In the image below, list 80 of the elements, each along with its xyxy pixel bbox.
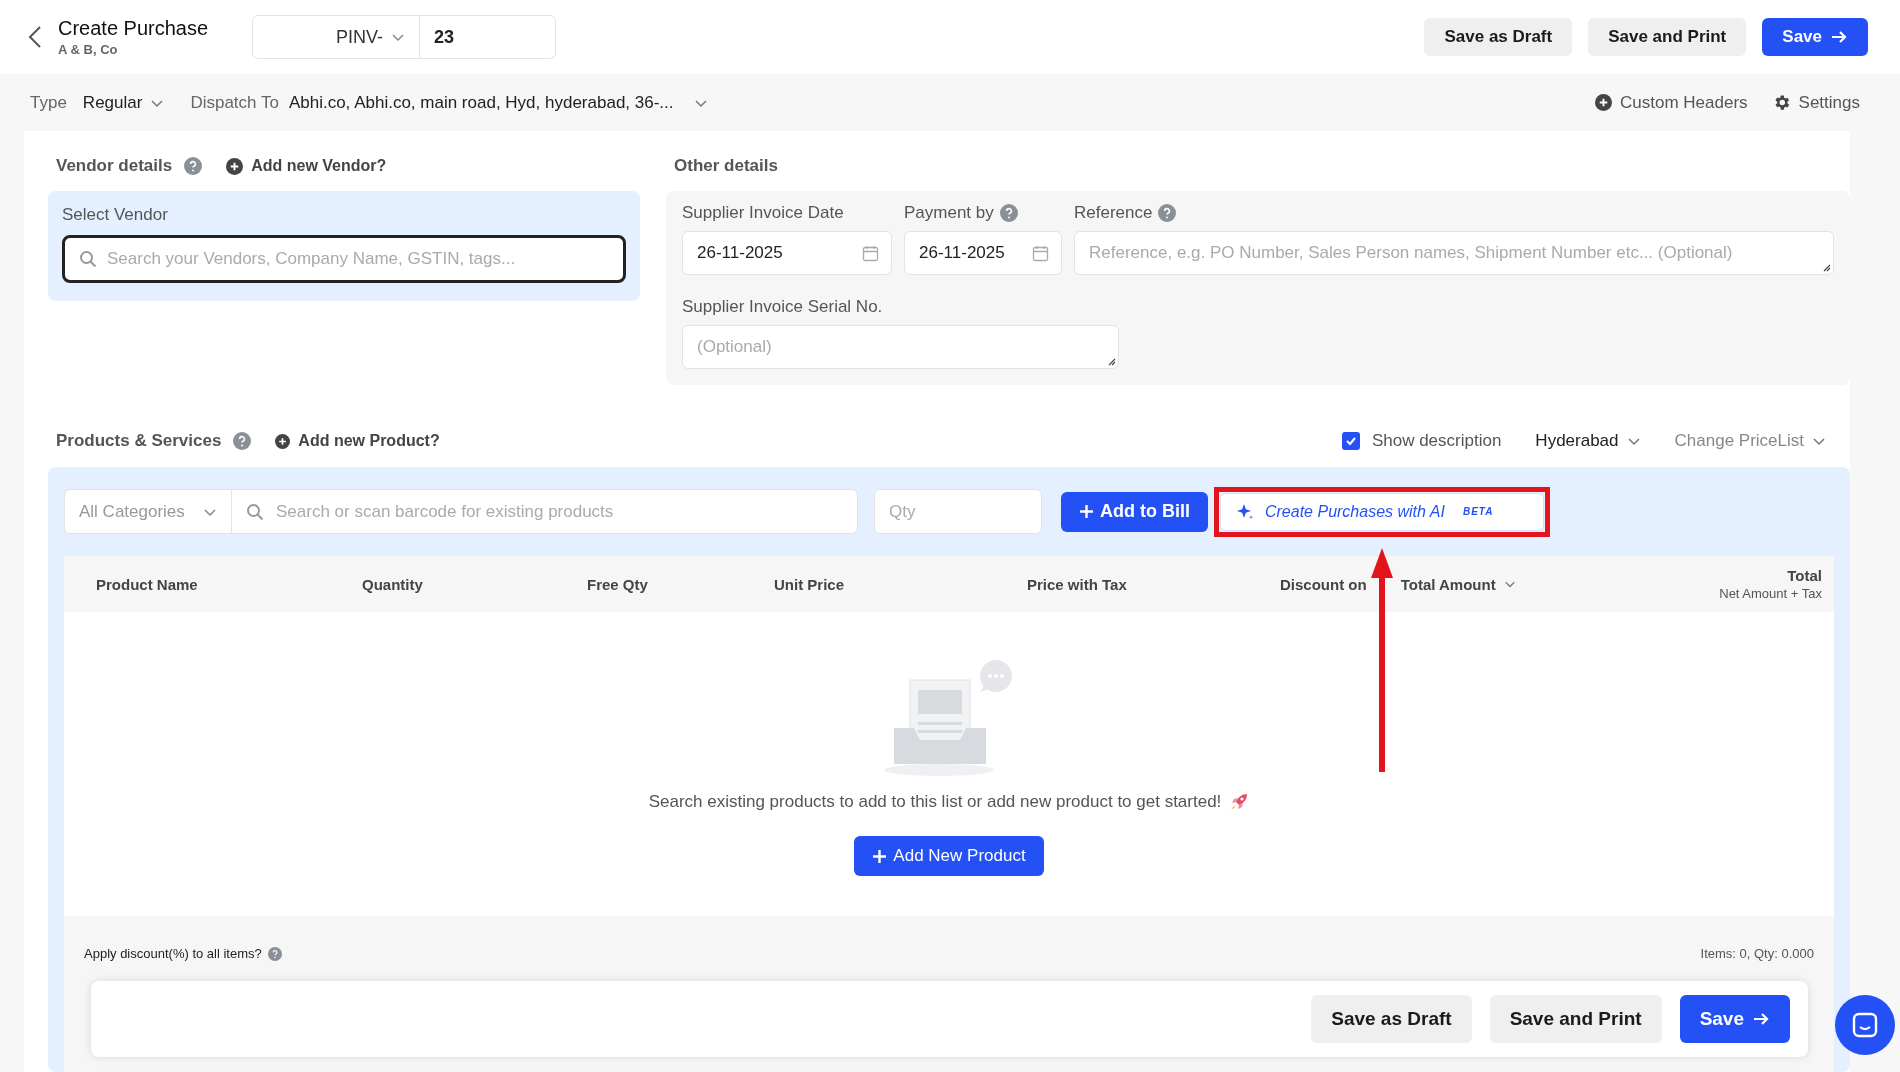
prefix-select[interactable]: PINV- — [252, 15, 421, 59]
search-input[interactable]: Search your Vendors, Company Name, GSTIN, tags... — [107, 249, 609, 269]
location-select[interactable]: Hyderabad — [1535, 431, 1641, 451]
field-label: Supplier Invoice Date — [682, 203, 844, 223]
search-icon — [79, 250, 97, 268]
date-input[interactable]: 26-11-2025 — [919, 243, 1024, 263]
text-input[interactable]: Reference, e.g. PO Number, Sales Person names, Shipment Number etc... (Optional) — [1089, 243, 1821, 263]
invoice-number-field[interactable]: 23 — [420, 15, 557, 59]
action-button[interactable]: Save as Draft — [1424, 18, 1573, 56]
qty-field[interactable]: Qty — [874, 489, 1042, 534]
help-icon — [184, 157, 203, 175]
rocket-icon — [1229, 792, 1250, 812]
add-icon — [275, 433, 291, 449]
type-label: Type — [30, 92, 67, 113]
add-to-bill-button[interactable]: Add to Bill — [1061, 491, 1208, 532]
pricelist-select[interactable]: Change PriceList — [1674, 431, 1826, 451]
text-input[interactable]: (Optional) — [697, 337, 1106, 357]
company-name: A & B, Co — [58, 42, 119, 57]
dispatch-select[interactable]: Abhi.co, Abhi.co, main road, Hyd, hyderabad, 36-... — [288, 92, 708, 113]
column-header: Free Qty — [587, 575, 649, 593]
save-button[interactable]: Save — [1679, 995, 1790, 1043]
resize-grip-icon — [1821, 262, 1831, 272]
column-subheader: Net Amount + Tax — [1719, 586, 1822, 601]
column-header: Price with Tax — [1027, 575, 1128, 593]
field-label: Select Vendor — [62, 205, 169, 225]
ai-button[interactable]: Create Purchases with AI BETA — [1220, 492, 1544, 531]
items-summary: Items: 0, Qty: 0.000 — [1700, 946, 1814, 961]
section-title: Vendor details — [56, 156, 173, 176]
page-title: Create Purchase — [58, 17, 209, 40]
resize-grip-icon — [1106, 356, 1116, 366]
add-new-product-button[interactable]: Add New Product — [854, 836, 1044, 876]
column-header: Quantity — [362, 575, 424, 593]
discount-label: Apply discount(%) to all items? — [84, 946, 262, 961]
column-header: Total — [1787, 567, 1822, 584]
qty-input[interactable]: Qty — [889, 501, 1027, 522]
section-title: Other details — [674, 156, 778, 176]
checkbox[interactable] — [1341, 432, 1360, 450]
text-field[interactable]: (Optional) — [682, 325, 1119, 369]
settings-link[interactable]: Settings — [1771, 92, 1860, 113]
section-title: Products & Services — [56, 431, 222, 451]
column-header: Discount on — [1280, 575, 1367, 593]
type-select[interactable]: Regular — [82, 92, 165, 113]
add-product-link[interactable]: Add new Product? — [275, 432, 440, 450]
chat-icon — [1851, 1011, 1879, 1039]
search-icon — [246, 502, 264, 521]
add-icon — [1595, 94, 1612, 111]
dispatch-label: Dispatch To — [190, 92, 279, 113]
help-icon — [1158, 204, 1177, 222]
search-input[interactable]: Search or scan barcode for existing products — [276, 501, 843, 522]
plus-icon — [1079, 504, 1094, 519]
vendor-search-field[interactable]: Search your Vendors, Company Name, GSTIN, tags... — [62, 235, 626, 283]
action-button[interactable]: Save as Draft — [1311, 995, 1472, 1043]
field-label: Supplier Invoice Serial No. — [682, 297, 883, 317]
check-icon — [1344, 435, 1357, 447]
discount-type-select[interactable]: Total Amount — [1400, 575, 1516, 593]
text-field[interactable]: Reference, e.g. PO Number, Sales Person names, Shipment Number etc... (Optional) — [1074, 231, 1834, 275]
back-icon[interactable] — [28, 25, 42, 49]
add-vendor-link[interactable]: Add new Vendor? — [226, 157, 387, 175]
date-input[interactable]: 26-11-2025 — [697, 243, 854, 263]
save-button[interactable]: Save — [1762, 18, 1868, 56]
action-button[interactable]: Save and Print — [1588, 18, 1747, 56]
help-icon — [267, 946, 282, 961]
action-button[interactable]: Save and Print — [1489, 995, 1662, 1043]
date-field[interactable]: 26-11-2025 — [904, 231, 1062, 275]
date-field[interactable]: 26-11-2025 — [682, 231, 892, 275]
field-label: Payment by — [904, 203, 994, 223]
calendar-icon — [1032, 244, 1049, 262]
field-label: Reference — [1074, 203, 1153, 223]
product-search-field[interactable]: Search or scan barcode for existing products — [232, 489, 858, 534]
chat-button[interactable] — [1835, 995, 1895, 1055]
help-icon — [233, 432, 252, 450]
help-icon — [999, 204, 1018, 222]
checkbox-label: Show description — [1371, 431, 1502, 451]
column-header: Product Name — [96, 575, 199, 593]
empty-message: Search existing products to add to this list or add new product to get started! — [648, 792, 1222, 812]
column-header: Unit Price — [774, 575, 846, 593]
plus-icon — [872, 848, 888, 864]
add-icon — [226, 157, 244, 175]
calendar-icon — [862, 244, 879, 262]
custom-headers-link[interactable]: Custom Headers — [1595, 92, 1748, 113]
